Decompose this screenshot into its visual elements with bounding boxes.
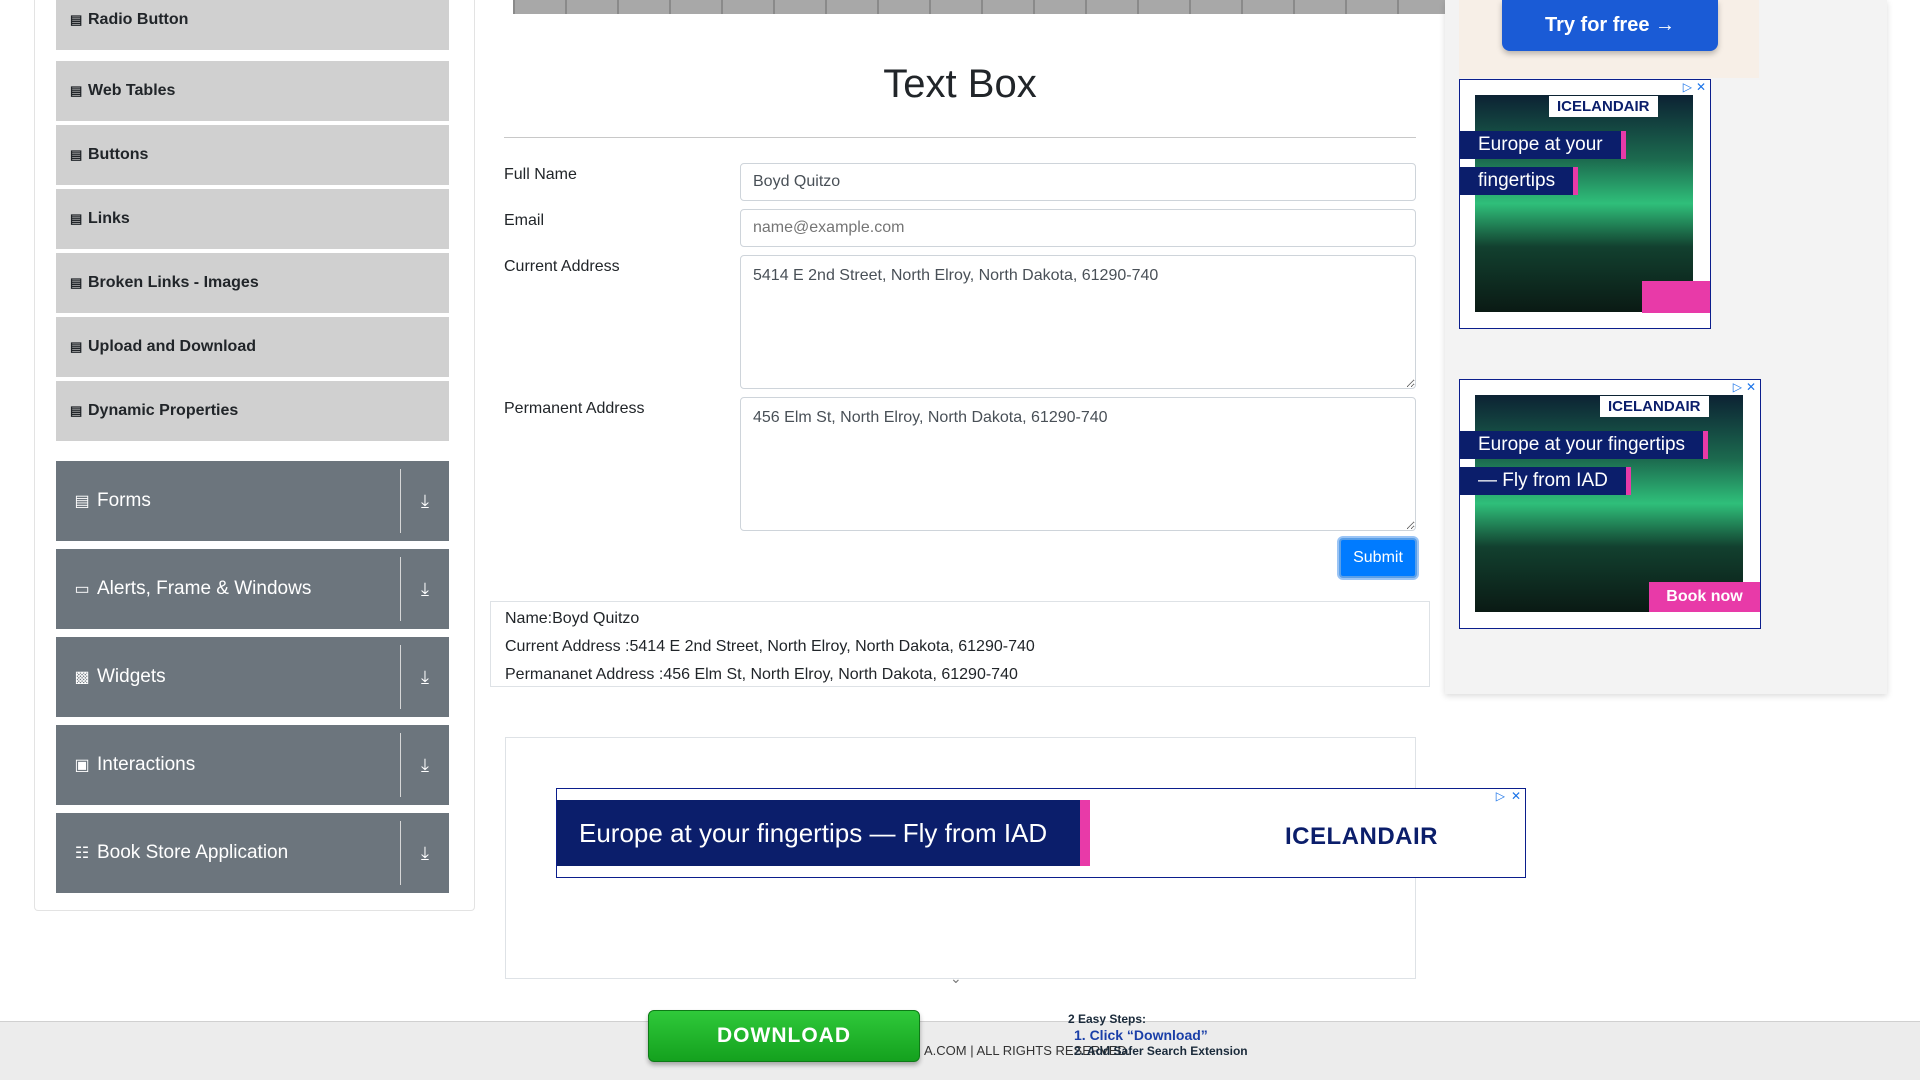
- sidebar-group-label: Interactions: [97, 754, 196, 775]
- side-ad-1[interactable]: ICELANDAIR Europe at your fingertips ▷ ✕: [1459, 79, 1711, 329]
- ad-brand-logo: ICELANDAIR: [1549, 96, 1658, 117]
- step-2: 2. Add Safer Search Extension: [1074, 1044, 1248, 1058]
- ad-accent-bar: [1080, 800, 1090, 866]
- ad-close-icon[interactable]: ✕: [1746, 380, 1756, 394]
- chevron-down-icon[interactable]: ⌄: [950, 970, 962, 987]
- sidebar-item-label: Dynamic Properties: [88, 402, 239, 419]
- download-arrow-icon: ⤓: [421, 578, 429, 599]
- ad-brand-logo: ICELANDAIR: [1285, 823, 1438, 850]
- output-permanent-address: Permananet Address :456 Elm St, North El…: [505, 666, 1018, 683]
- sidebar-item-dynamic-properties[interactable]: ▤ Dynamic Properties: [56, 381, 449, 443]
- list-icon: ▤: [70, 83, 83, 98]
- sidebar-group-label: Widgets: [97, 666, 166, 687]
- sidebar-item-label: Broken Links - Images: [88, 274, 259, 291]
- sidebar-group-book-store[interactable]: ☷ Book Store Application ⤓: [56, 813, 449, 893]
- output-current-address: Current Address :5414 E 2nd Street, Nort…: [505, 638, 1035, 655]
- download-arrow-icon: ⤓: [421, 490, 429, 511]
- ad-choices-icon[interactable]: ▷: [1496, 789, 1505, 803]
- ad-tagline-1: Europe at your fingertips: [1460, 431, 1709, 459]
- permanent-address-label: Permanent Address: [504, 400, 645, 417]
- document-icon: ▤: [74, 493, 90, 510]
- sidebar-item-upload-download[interactable]: ▤ Upload and Download: [56, 317, 449, 379]
- current-address-textarea[interactable]: 5414 E 2nd Street, North Elroy, North Da…: [740, 255, 1416, 389]
- download-button[interactable]: DOWNLOAD: [648, 1010, 920, 1062]
- permanent-address-textarea[interactable]: 456 Elm St, North Elroy, North Dakota, 6…: [740, 397, 1416, 531]
- full-name-input[interactable]: [740, 163, 1416, 201]
- current-address-label: Current Address: [504, 258, 620, 275]
- sidebar-group-forms[interactable]: ▤ Forms ⤓: [56, 461, 449, 541]
- output-name: Name:Boyd Quitzo: [505, 610, 640, 627]
- ad-tagline-2: — Fly from IAD: [1460, 467, 1631, 495]
- full-name-label: Full Name: [504, 166, 577, 183]
- submit-button[interactable]: Submit: [1339, 538, 1417, 578]
- divider: [504, 137, 1416, 138]
- ad-close-icon[interactable]: ✕: [1696, 80, 1706, 94]
- email-input[interactable]: [740, 209, 1416, 247]
- sidebar-group-label: Forms: [97, 490, 151, 511]
- ad-brand-logo: ICELANDAIR: [1600, 396, 1709, 417]
- ad-banner-text: Europe at your fingertips — Fly from IAD: [557, 800, 1080, 866]
- download-steps: 2 Easy Steps: 1. Click “Download” 2. Add…: [1068, 1011, 1248, 1059]
- sidebar-item-label: Upload and Download: [88, 338, 256, 355]
- download-arrow-icon: ⤓: [421, 842, 429, 863]
- list-icon: ▤: [70, 339, 83, 354]
- sidebar-group-interactions[interactable]: ▣ Interactions ⤓: [56, 725, 449, 805]
- ad-choices-icon[interactable]: ▷: [1733, 380, 1742, 394]
- try-for-free-button[interactable]: Try for free →: [1502, 0, 1718, 51]
- download-arrow-icon: ⤓: [421, 754, 429, 775]
- aurora-image: [1475, 395, 1743, 612]
- sidebar-item-label: Web Tables: [88, 82, 176, 99]
- window-icon: ▭: [74, 581, 90, 598]
- sidebar-item-label: Links: [88, 210, 130, 227]
- step-1: 1. Click “Download”: [1074, 1027, 1208, 1043]
- interactions-icon: ▣: [74, 757, 90, 774]
- sidebar-item-label: Buttons: [88, 146, 149, 163]
- sidebar-item-broken-links[interactable]: ▤ Broken Links - Images: [56, 253, 449, 315]
- ad-tagline-2: fingertips: [1460, 167, 1579, 195]
- page-title: Text Box: [883, 62, 1037, 106]
- sidebar-group-alerts[interactable]: ▭ Alerts, Frame & Windows ⤓: [56, 549, 449, 629]
- book-now-button[interactable]: Book now: [1649, 582, 1760, 612]
- sidebar-group-label: Book Store Application: [97, 842, 289, 863]
- widgets-icon: ▩: [74, 669, 90, 686]
- sidebar-item-label: Radio Button: [88, 11, 189, 28]
- books-icon: ☷: [74, 845, 90, 862]
- ad-tagline-1: Europe at your: [1460, 131, 1626, 159]
- output-box: Name:Boyd Quitzo Current Address :5414 E…: [490, 601, 1430, 687]
- aurora-image: [1475, 95, 1693, 312]
- sidebar-group-widgets[interactable]: ▩ Widgets ⤓: [56, 637, 449, 717]
- list-icon: ▤: [70, 12, 83, 27]
- list-icon: ▤: [70, 403, 83, 418]
- sidebar-item-buttons[interactable]: ▤ Buttons: [56, 125, 449, 187]
- ad-choices-icon[interactable]: ▷: [1683, 80, 1692, 94]
- email-label: Email: [504, 212, 545, 229]
- list-icon: ▤: [70, 147, 83, 162]
- sidebar-group-label: Alerts, Frame & Windows: [97, 578, 312, 599]
- list-icon: ▤: [70, 275, 83, 290]
- bottom-ad-banner[interactable]: Europe at your fingertips — Fly from IAD…: [556, 788, 1526, 878]
- download-arrow-icon: ⤓: [421, 666, 429, 687]
- sidebar-item-radio-button[interactable]: ▤ Radio Button: [56, 0, 449, 52]
- header-banner-strip: [513, 0, 1445, 14]
- ad-accent-block: [1642, 281, 1710, 313]
- sidebar-item-web-tables[interactable]: ▤ Web Tables: [56, 61, 449, 123]
- steps-title: 2 Easy Steps:: [1068, 1012, 1147, 1026]
- sidebar-item-links[interactable]: ▤ Links: [56, 189, 449, 251]
- ad-close-icon[interactable]: ✕: [1511, 789, 1521, 803]
- list-icon: ▤: [70, 211, 83, 226]
- side-ad-2[interactable]: ICELANDAIR Europe at your fingertips — F…: [1459, 379, 1761, 629]
